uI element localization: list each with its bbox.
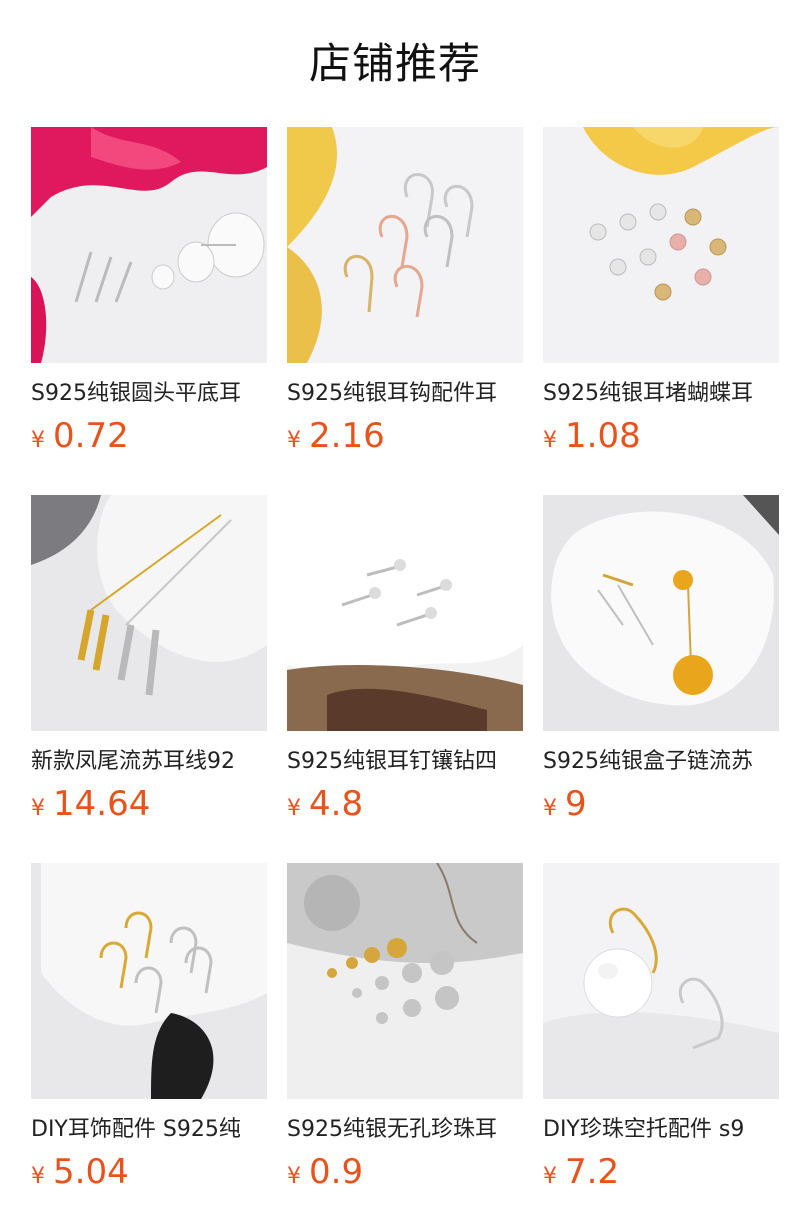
product-price: ¥5.04: [31, 1152, 267, 1192]
product-image[interactable]: [543, 127, 779, 363]
price-value: 9: [565, 784, 587, 824]
product-name[interactable]: S925纯银耳堵蝴蝶耳: [543, 380, 779, 408]
currency-symbol: ¥: [287, 796, 301, 821]
product-price: ¥0.9: [287, 1152, 523, 1192]
product-price: ¥14.64: [31, 784, 267, 824]
product-price: ¥2.16: [287, 416, 523, 456]
product-price: ¥0.72: [31, 416, 267, 456]
product-name[interactable]: S925纯银耳钩配件耳: [287, 380, 523, 408]
product-name[interactable]: S925纯银圆头平底耳: [31, 380, 267, 408]
product-image[interactable]: [31, 127, 267, 363]
product-price: ¥1.08: [543, 416, 779, 456]
product-image[interactable]: [31, 495, 267, 731]
product-image[interactable]: [543, 863, 779, 1099]
currency-symbol: ¥: [287, 428, 301, 453]
page-title: 店铺推荐: [308, 39, 481, 88]
price-value: 5.04: [53, 1152, 129, 1192]
price-value: 0.72: [53, 416, 129, 456]
product-name[interactable]: DIY珍珠空托配件 s9: [543, 1116, 779, 1144]
product-card[interactable]: 新款凤尾流苏耳线92 ¥14.64: [31, 495, 267, 824]
product-image[interactable]: [31, 863, 267, 1099]
product-image[interactable]: [543, 495, 779, 731]
product-image[interactable]: [287, 863, 523, 1099]
price-value: 7.2: [565, 1152, 620, 1192]
currency-symbol: ¥: [543, 428, 557, 453]
price-value: 2.16: [309, 416, 385, 456]
product-name[interactable]: DIY耳饰配件 S925纯: [31, 1116, 267, 1144]
product-name[interactable]: S925纯银无孔珍珠耳: [287, 1116, 523, 1144]
price-value: 0.9: [309, 1152, 364, 1192]
product-name[interactable]: S925纯银盒子链流苏: [543, 748, 779, 776]
product-image[interactable]: [287, 127, 523, 363]
product-card[interactable]: S925纯银无孔珍珠耳 ¥0.9: [287, 863, 523, 1192]
product-card[interactable]: S925纯银耳堵蝴蝶耳 ¥1.08: [543, 127, 779, 456]
product-card[interactable]: S925纯银圆头平底耳 ¥0.72: [31, 127, 267, 456]
product-card[interactable]: S925纯银耳钉镶钻四 ¥4.8: [287, 495, 523, 824]
currency-symbol: ¥: [31, 1164, 45, 1189]
product-image[interactable]: [287, 495, 523, 731]
currency-symbol: ¥: [287, 1164, 301, 1189]
product-card[interactable]: DIY珍珠空托配件 s9 ¥7.2: [543, 863, 779, 1192]
currency-symbol: ¥: [543, 1164, 557, 1189]
product-price: ¥4.8: [287, 784, 523, 824]
product-name[interactable]: S925纯银耳钉镶钻四: [287, 748, 523, 776]
product-card[interactable]: S925纯银盒子链流苏 ¥9: [543, 495, 779, 824]
product-name[interactable]: 新款凤尾流苏耳线92: [31, 748, 267, 776]
currency-symbol: ¥: [543, 796, 557, 821]
product-card[interactable]: S925纯银耳钩配件耳 ¥2.16: [287, 127, 523, 456]
price-value: 1.08: [565, 416, 641, 456]
product-price: ¥9: [543, 784, 779, 824]
price-value: 14.64: [53, 784, 151, 824]
currency-symbol: ¥: [31, 796, 45, 821]
product-price: ¥7.2: [543, 1152, 779, 1192]
price-value: 4.8: [309, 784, 364, 824]
currency-symbol: ¥: [31, 428, 45, 453]
product-card[interactable]: DIY耳饰配件 S925纯 ¥5.04: [31, 863, 267, 1192]
